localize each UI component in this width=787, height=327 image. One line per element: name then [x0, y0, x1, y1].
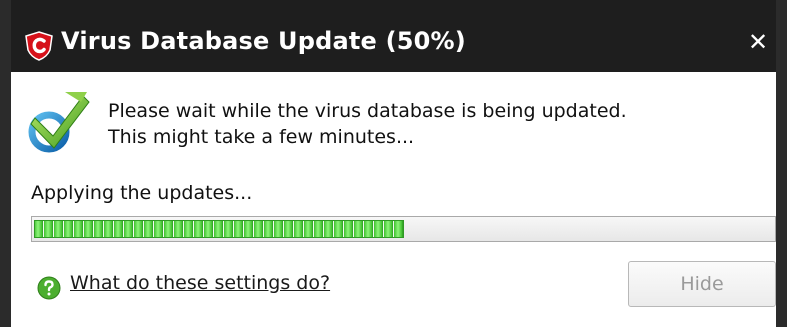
title-bar[interactable]: Virus Database Update (50%) ✕ — [11, 0, 776, 73]
window-title: Virus Database Update (50%) — [61, 27, 466, 55]
status-text: Applying the updates... — [31, 182, 253, 204]
update-dialog: Virus Database Update (50%) ✕ Please wai… — [0, 0, 787, 327]
progress-bar — [31, 216, 776, 242]
info-line-2: This might take a few minutes... — [108, 126, 415, 148]
help-question-icon[interactable] — [37, 276, 61, 300]
progress-bar-fill — [34, 220, 404, 238]
close-icon: ✕ — [747, 28, 769, 56]
help-link[interactable]: What do these settings do? — [70, 272, 330, 294]
info-line-1: Please wait while the virus database is … — [108, 100, 627, 122]
comodo-shield-icon — [25, 31, 53, 61]
dialog-body: Please wait while the virus database is … — [11, 72, 776, 327]
info-message: Please wait while the virus database is … — [108, 98, 627, 150]
update-checkmark-icon — [28, 92, 90, 153]
hide-button[interactable]: Hide — [628, 261, 776, 307]
close-button[interactable]: ✕ — [744, 28, 772, 56]
